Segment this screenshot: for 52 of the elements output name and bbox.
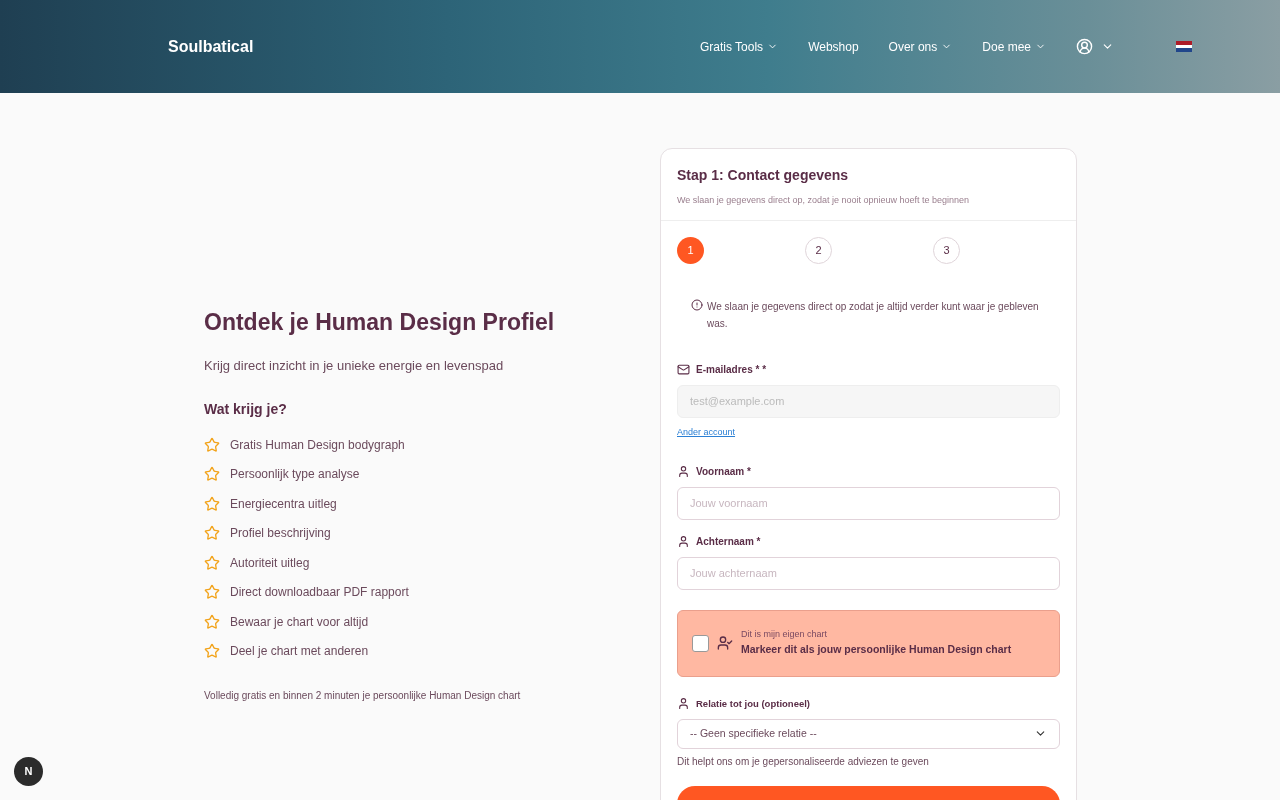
star-icon bbox=[204, 584, 220, 601]
user-icon bbox=[1076, 38, 1093, 55]
benefit-text: Autoriteit uitleg bbox=[230, 554, 310, 572]
list-title: Wat krijg je? bbox=[204, 400, 288, 419]
benefit-text: Gratis Human Design bodygraph bbox=[230, 436, 405, 454]
nav-link[interactable]: Gratis Tools bbox=[700, 37, 779, 56]
benefit-text: Persoonlijk type analyse bbox=[230, 466, 360, 484]
help-text: Dit helpt ons om je gepersonaliseerde adviezen te geven bbox=[677, 754, 930, 769]
info-icon bbox=[691, 298, 703, 311]
checkbox[interactable] bbox=[692, 634, 709, 652]
field-label: Voornaam * bbox=[696, 464, 751, 479]
star-icon bbox=[204, 643, 220, 660]
nav-link[interactable]: Doe mee bbox=[982, 37, 1046, 56]
star-icon bbox=[204, 613, 220, 630]
notice-text: We slaan je gegevens direct op zodat je altijd verder kunt waar je gebleven was. bbox=[707, 299, 1040, 331]
checkbox-label: Markeer dit als jouw persoonlijke Human Design chart bbox=[741, 641, 1012, 657]
step-indicator[interactable]: 1 bbox=[677, 236, 704, 264]
field-label: Relatie tot jou (optioneel) bbox=[696, 696, 810, 711]
field-label: E-mailadres * * bbox=[696, 362, 767, 377]
nav-link[interactable]: Webshop bbox=[808, 37, 859, 56]
page-title: Ontdek je Human Design Profiel bbox=[204, 308, 556, 337]
benefit-text: Direct downloadbaar PDF rapport bbox=[230, 584, 409, 602]
logo[interactable]: Soulbatical bbox=[168, 34, 254, 59]
footnote: Volledig gratis en binnen 2 minuten je persoonlijke Human Design chart bbox=[204, 689, 522, 703]
input-field[interactable]: Jouw voornaam bbox=[677, 486, 1060, 520]
benefit-text: Bewaar je chart voor altijd bbox=[230, 613, 369, 631]
relation-select[interactable]: -- Geen specifieke relatie -- bbox=[677, 718, 1060, 749]
star-icon bbox=[204, 436, 220, 453]
star-icon bbox=[204, 525, 220, 542]
input-field[interactable]: Jouw achternaam bbox=[677, 556, 1060, 590]
account-menu-button[interactable] bbox=[1076, 38, 1114, 55]
user-icon bbox=[677, 697, 690, 711]
step-indicator[interactable]: 3 bbox=[933, 236, 960, 264]
checkbox-caption: Dit is mijn eigen chart bbox=[741, 628, 829, 642]
field-label: Achternaam * bbox=[696, 534, 761, 549]
benefit-text: Energiecentra uitleg bbox=[230, 495, 337, 513]
user-icon bbox=[677, 534, 690, 548]
nav-link[interactable]: Over ons bbox=[888, 37, 953, 56]
page-subtitle: Krijg direct inzicht in je unieke energie en levenspad bbox=[204, 356, 505, 375]
mail-icon bbox=[677, 362, 690, 376]
card-title: Stap 1: Contact gegevens bbox=[677, 166, 850, 185]
star-icon bbox=[204, 466, 220, 483]
benefit-text: Profiel beschrijving bbox=[230, 525, 331, 543]
step-indicator[interactable]: 2 bbox=[805, 236, 832, 264]
star-icon bbox=[204, 495, 220, 512]
benefit-text: Deel je chart met anderen bbox=[230, 643, 369, 661]
user-check-icon bbox=[717, 635, 733, 651]
dev-badge[interactable]: N bbox=[14, 757, 43, 786]
flag-icon[interactable] bbox=[1176, 41, 1192, 52]
star-icon bbox=[204, 554, 220, 571]
card-subtitle: We slaan je gegevens direct op, zodat je nooit opnieuw hoeft te beginnen bbox=[677, 194, 971, 207]
user-icon bbox=[677, 464, 690, 478]
